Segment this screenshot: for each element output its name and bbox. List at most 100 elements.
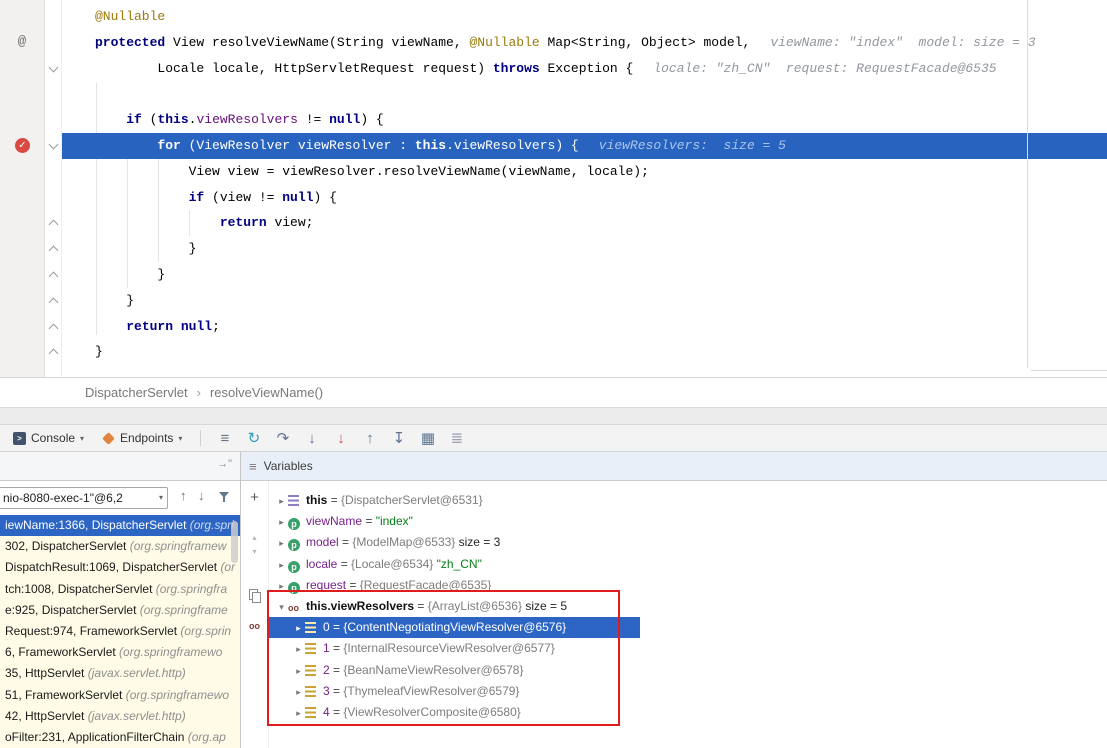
- code-line-current-execution[interactable]: for (ViewResolver viewResolver : this.vi…: [62, 133, 1107, 159]
- code-line[interactable]: }: [62, 262, 1107, 288]
- breadcrumb-item[interactable]: resolveViewName(): [210, 385, 323, 400]
- rerun-icon[interactable]: ↻: [243, 431, 264, 446]
- code-line[interactable]: if (this.viewResolvers != null) {: [62, 107, 1107, 133]
- variable-row[interactable]: ▸3 = {ThymeleafViewResolver@6579}: [269, 681, 1101, 702]
- hide-library-frames-icon[interactable]: [218, 491, 230, 503]
- frame-package: (org.ap: [188, 730, 226, 744]
- frame-row[interactable]: DispatchResult:1069, DispatcherServlet (…: [0, 557, 240, 578]
- restore-panel-icon[interactable]: →": [217, 458, 232, 470]
- chevron-right-icon[interactable]: ▸: [292, 703, 305, 723]
- scroll-up-icon[interactable]: ▴: [241, 533, 268, 542]
- chevron-right-icon[interactable]: ▸: [275, 555, 288, 575]
- fold-collapse-icon[interactable]: [48, 64, 58, 74]
- endpoints-tab[interactable]: Endpoints▾: [97, 429, 187, 447]
- frames-scrollbar[interactable]: [231, 521, 238, 563]
- fold-end-icon[interactable]: [48, 244, 58, 254]
- console-tab[interactable]: >Console▾: [8, 429, 89, 447]
- chevron-right-icon[interactable]: ▸: [292, 682, 305, 702]
- code-editor[interactable]: @Nullableprotected View resolveViewName(…: [0, 0, 1107, 377]
- fold-end-icon[interactable]: [48, 347, 58, 357]
- fold-end-icon[interactable]: [48, 218, 58, 228]
- frame-row[interactable]: 302, DispatcherServlet (org.springframew: [0, 536, 240, 557]
- run-to-cursor-icon[interactable]: ↧: [388, 431, 409, 446]
- frame-row[interactable]: e:925, DispatcherServlet (org.springfram…: [0, 600, 240, 621]
- chevron-right-icon[interactable]: ▸: [275, 533, 288, 553]
- frame-row[interactable]: oFilter:231, ApplicationFilterChain (org…: [0, 727, 240, 748]
- code-line[interactable]: }: [62, 288, 1107, 314]
- array-element-icon: [305, 639, 320, 659]
- step-into-icon[interactable]: ↓: [301, 431, 322, 446]
- variable-row[interactable]: ▸plocale = {Locale@6534} "zh_CN": [269, 554, 1101, 575]
- code-line[interactable]: [62, 81, 1107, 107]
- frame-row-selected[interactable]: iewName:1366, DispatcherServlet (org.spr…: [0, 515, 240, 536]
- next-frame-icon[interactable]: ↓: [198, 489, 205, 502]
- menu-icon[interactable]: ≡: [249, 459, 257, 474]
- equals-sign: =: [330, 705, 344, 719]
- chevron-right-icon[interactable]: ▸: [275, 576, 288, 596]
- array-element-icon: [305, 703, 320, 723]
- fold-column[interactable]: [45, 0, 62, 377]
- editor-gutter[interactable]: @✓: [0, 0, 45, 377]
- step-out-icon[interactable]: ↑: [359, 431, 380, 446]
- view-breakpoints-icon[interactable]: ▦: [417, 431, 438, 446]
- chevron-right-icon[interactable]: ▸: [292, 661, 305, 681]
- layout-settings-icon[interactable]: ≡: [214, 431, 235, 446]
- code-line[interactable]: if (view != null) {: [62, 185, 1107, 211]
- variable-name: 3: [323, 684, 330, 698]
- variable-value: {BeanNameViewResolver@6578}: [343, 663, 523, 677]
- variable-row[interactable]: ▸pviewName = "index": [269, 511, 1101, 532]
- breadcrumb-item[interactable]: DispatcherServlet: [85, 385, 188, 400]
- equals-sign: =: [362, 514, 376, 528]
- fold-end-icon[interactable]: [48, 296, 58, 306]
- fold-end-icon[interactable]: [48, 322, 58, 332]
- variable-row[interactable]: ▸1 = {InternalResourceViewResolver@6577}: [269, 638, 1101, 659]
- code-line[interactable]: return null;: [62, 314, 1107, 340]
- previous-frame-icon[interactable]: ↑: [180, 489, 187, 502]
- copy-value-icon[interactable]: [241, 589, 268, 602]
- show-watches-icon[interactable]: oo: [241, 621, 268, 631]
- thread-selector[interactable]: nio-8080-exec-1"@6,2 ▾: [0, 487, 168, 509]
- frames-header: →": [0, 452, 240, 481]
- code-line[interactable]: return view;: [62, 210, 1107, 236]
- variable-row[interactable]: ▸2 = {BeanNameViewResolver@6578}: [269, 660, 1101, 681]
- code-line[interactable]: @Nullable: [62, 4, 1107, 30]
- code-token: Exception {: [540, 61, 634, 76]
- chevron-right-icon[interactable]: ▸: [275, 491, 288, 511]
- variable-row[interactable]: ▸pmodel = {ModelMap@6533} size = 3: [269, 532, 1101, 553]
- code-line[interactable]: Locale locale, HttpServletRequest reques…: [62, 56, 1107, 82]
- mute-breakpoints-icon[interactable]: ≣: [446, 431, 467, 446]
- frame-row[interactable]: 35, HttpServlet (javax.servlet.http): [0, 663, 240, 684]
- frame-row[interactable]: 51, FrameworkServlet (org.springframewo: [0, 685, 240, 706]
- code-line[interactable]: }: [62, 339, 1107, 365]
- chevron-right-icon[interactable]: ▸: [292, 618, 305, 638]
- variable-row[interactable]: ▸4 = {ViewResolverComposite@6580}: [269, 702, 1101, 723]
- frame-row[interactable]: 6, FrameworkServlet (org.springframewo: [0, 642, 240, 663]
- variable-row-selected[interactable]: ▸0 = {ContentNegotiatingViewResolver@657…: [269, 617, 640, 638]
- code-area[interactable]: @Nullableprotected View resolveViewName(…: [62, 0, 1107, 377]
- frame-row[interactable]: tch:1008, DispatcherServlet (org.springf…: [0, 579, 240, 600]
- step-over-icon[interactable]: ↷: [272, 431, 293, 446]
- code-token: for: [157, 138, 180, 153]
- chevron-right-icon[interactable]: ▸: [275, 512, 288, 532]
- code-line[interactable]: }: [62, 236, 1107, 262]
- console-icon: >: [13, 432, 26, 445]
- frame-row[interactable]: 42, HttpServlet (javax.servlet.http): [0, 706, 240, 727]
- variable-name: 2: [323, 663, 330, 677]
- fold-collapse-icon[interactable]: [48, 141, 58, 151]
- code-line[interactable]: View view = viewResolver.resolveViewName…: [62, 159, 1107, 185]
- variable-row[interactable]: ▾oothis.viewResolvers = {ArrayList@6536}…: [269, 596, 1101, 617]
- code-line[interactable]: protected View resolveViewName(String vi…: [62, 30, 1107, 56]
- add-watch-icon[interactable]: +: [241, 489, 268, 506]
- chevron-down-icon[interactable]: ▾: [275, 597, 288, 617]
- code-token: [95, 215, 220, 230]
- force-step-into-icon[interactable]: ↓: [330, 431, 351, 446]
- variable-row[interactable]: ▸this = {DispatcherServlet@6531}: [269, 490, 1101, 511]
- array-element-icon: [305, 686, 316, 697]
- variable-value: {RequestFacade@6535}: [360, 578, 492, 592]
- breakpoint-icon[interactable]: ✓: [15, 138, 30, 153]
- frame-row[interactable]: Request:974, FrameworkServlet (org.sprin: [0, 621, 240, 642]
- scroll-down-icon[interactable]: ▾: [241, 547, 268, 556]
- chevron-right-icon[interactable]: ▸: [292, 639, 305, 659]
- variable-row[interactable]: ▸prequest = {RequestFacade@6535}: [269, 575, 1101, 596]
- fold-end-icon[interactable]: [48, 270, 58, 280]
